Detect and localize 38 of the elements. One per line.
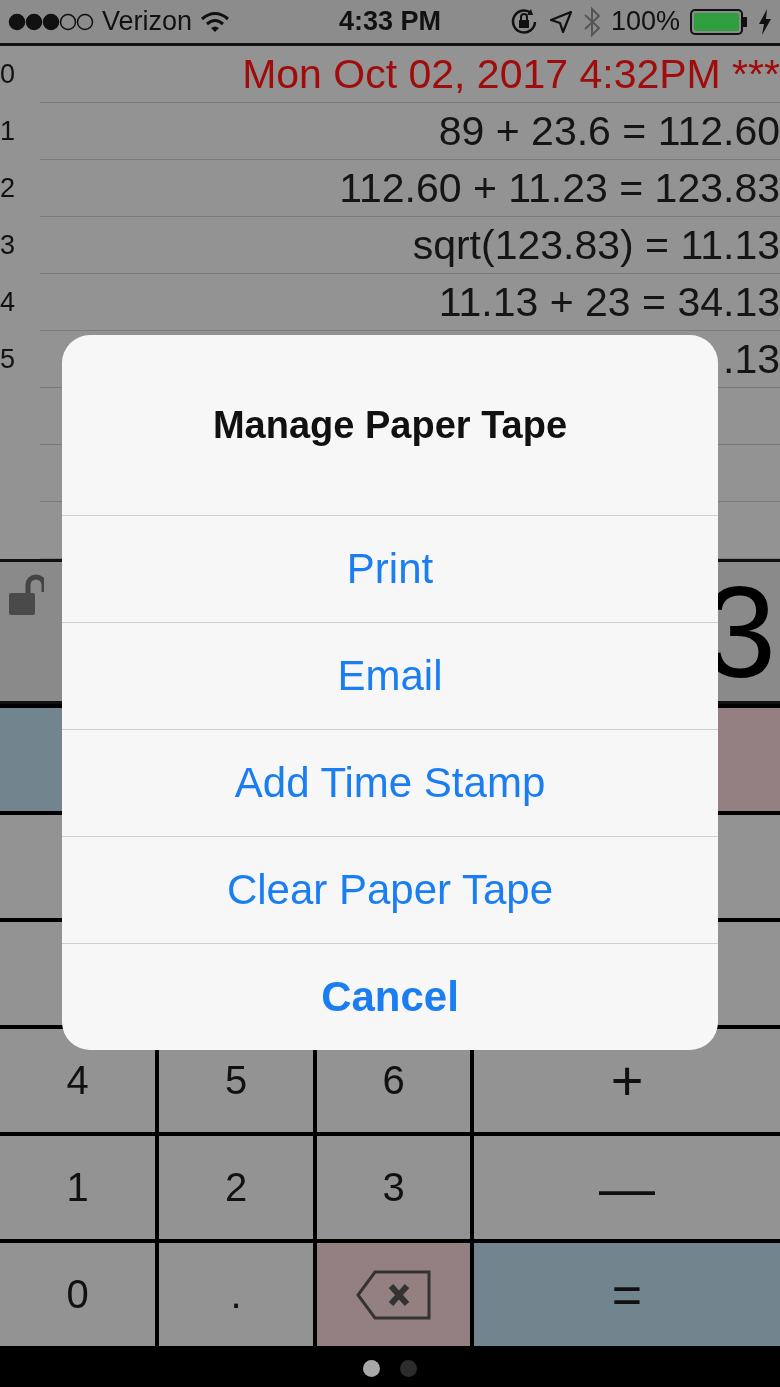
wifi-icon [200,10,231,33]
timestamp-entry: Mon Oct 02, 2017 4:32PM *** [241,50,780,98]
line-number: 1 [0,115,17,147]
action-button[interactable]: Add Time Stamp [62,730,718,837]
calculator-key[interactable]: = [474,1243,780,1346]
status-time: 4:33 PM [339,6,442,37]
unlocked-padlock-icon[interactable] [8,572,44,618]
line-number: 3 [0,229,17,261]
carrier-label: Verizon [102,6,193,37]
signal-icon [8,12,94,31]
delete-key[interactable] [317,1243,470,1346]
action-button[interactable]: Clear Paper Tape [62,837,718,944]
battery-percent: 100% [610,6,680,37]
action-button[interactable]: Print [62,516,718,623]
calculator-key[interactable]: 1 [0,1136,155,1239]
tape-entry: 11.13 + 23 = 34.13 [437,278,780,326]
location-icon [548,9,573,34]
calculator-key[interactable]: — [474,1136,780,1239]
backspace-icon [354,1268,433,1321]
battery-icon [690,8,748,35]
tape-entry: sqrt(123.83) = 11.13 [411,221,780,269]
page-dot[interactable] [363,1359,380,1377]
calculator-key[interactable]: 2 [159,1136,313,1239]
action-button[interactable]: Email [62,623,718,730]
line-number: 0 [0,58,17,90]
charging-icon [758,8,772,35]
tape-entry: 112.60 + 11.23 = 123.83 [338,164,780,212]
line-number: 5 [0,343,17,375]
calculator-key[interactable]: . [159,1243,313,1346]
tape-entry: .13 [722,335,780,383]
page-dot[interactable] [400,1359,417,1377]
line-number: 2 [0,172,17,204]
dialog-title: Manage Paper Tape [62,335,718,516]
line-number: 4 [0,286,17,318]
calculator-key[interactable]: 3 [317,1136,470,1239]
bluetooth-icon [582,6,601,37]
tape-entry: 89 + 23.6 = 112.60 [437,107,780,155]
calculator-key[interactable]: 0 [0,1243,155,1346]
